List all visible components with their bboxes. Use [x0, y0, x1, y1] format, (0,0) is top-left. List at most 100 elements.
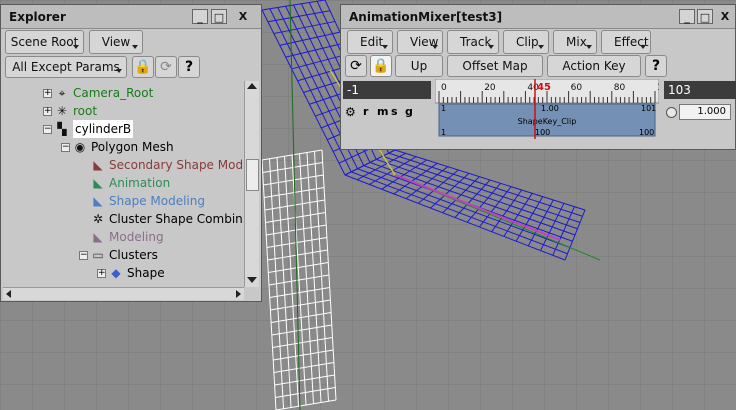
- folder-icon: ▭: [92, 248, 104, 262]
- tree-item[interactable]: ◣ Animation: [3, 174, 244, 192]
- animation-icon: ◣: [93, 176, 103, 190]
- tree-item-label: cylinderB: [73, 120, 134, 138]
- track-r-button[interactable]: r: [363, 105, 368, 118]
- tree-item-label: Animation: [109, 176, 171, 190]
- close-button[interactable]: X: [235, 9, 251, 24]
- menu-effect[interactable]: Effect: [601, 30, 651, 54]
- up-button[interactable]: Up: [395, 55, 443, 77]
- clip-in-start: 1: [441, 128, 446, 137]
- end-frame-field[interactable]: 103: [664, 81, 736, 99]
- explorer-tree: + ⌖ Camera_Root + ✳ root − ▚ cylinderB − ◉ Polygon …: [3, 81, 244, 287]
- lock-icon[interactable]: 🔒: [370, 55, 392, 77]
- scene-root-label: Scene Root: [10, 35, 79, 49]
- close-button[interactable]: X: [717, 9, 733, 24]
- tree-item-label: Shape: [127, 266, 165, 280]
- vertical-scrollbar[interactable]: [244, 81, 259, 287]
- tree-item[interactable]: ✲ Cluster Shape Combin: [3, 210, 244, 228]
- clip-end: 101: [641, 104, 656, 113]
- track-controls: ⚙ rmsg: [345, 105, 431, 121]
- tree-item-label: Polygon Mesh: [91, 140, 174, 154]
- scroll-thumb[interactable]: [246, 159, 259, 191]
- tree-item[interactable]: ◣ Secondary Shape Mod: [3, 156, 244, 174]
- explorer-window: Explorer _ □ X Scene Root View All Excep…: [0, 4, 262, 302]
- animation-mixer-window: AnimationMixer[test3] _ □ X Edit View Trac…: [340, 4, 736, 150]
- scroll-down-arrow[interactable]: [247, 277, 257, 283]
- minimize-button[interactable]: _: [679, 9, 695, 24]
- clip-in-end: 100: [639, 128, 654, 137]
- timeline-ruler[interactable]: 020406080100 ShapeKey_Clip 1 101 1.00 1 …: [435, 79, 659, 139]
- refresh-icon[interactable]: ⟳: [155, 56, 177, 78]
- menu-track[interactable]: Track: [447, 30, 499, 54]
- restore-button[interactable]: □: [211, 9, 227, 24]
- tree-item[interactable]: − ▚ cylinderB: [3, 120, 244, 138]
- ruler-tick-label: 100: [657, 83, 659, 93]
- tree-expander[interactable]: +: [43, 107, 52, 116]
- tree-item-label: root: [73, 104, 98, 118]
- help-button[interactable]: ?: [645, 55, 667, 77]
- weight-toggle[interactable]: [666, 107, 677, 118]
- tree-expander[interactable]: +: [43, 89, 52, 98]
- tree-item[interactable]: + ◆ Shape: [3, 264, 244, 282]
- tree-item[interactable]: − ◉ Polygon Mesh: [3, 138, 244, 156]
- tree-item[interactable]: − ▭ Clusters: [3, 246, 244, 264]
- menu-edit[interactable]: Edit: [347, 30, 393, 54]
- tree-item-label: Modeling: [109, 230, 164, 244]
- action-key-label: Action Key: [562, 59, 626, 73]
- menu-mix[interactable]: Mix: [553, 30, 597, 54]
- tree-expander[interactable]: +: [97, 269, 106, 278]
- tree-item[interactable]: + ✳ root: [3, 102, 244, 120]
- tree-expander[interactable]: −: [43, 125, 52, 134]
- null-icon: ✳: [56, 104, 68, 118]
- secondary-shape-icon: ◣: [93, 158, 103, 172]
- camera-root-icon: ⌖: [58, 86, 66, 100]
- filter-dropdown[interactable]: All Except Params: [5, 56, 127, 78]
- weight-field[interactable]: 1.000: [679, 104, 731, 120]
- start-frame-field[interactable]: -1: [343, 81, 431, 99]
- help-label: ?: [651, 58, 661, 74]
- lock-icon[interactable]: 🔒: [132, 56, 154, 78]
- minimize-button[interactable]: _: [192, 9, 208, 24]
- track-icon: ⚙: [345, 105, 356, 119]
- ruler-tick-label: 60: [571, 83, 583, 93]
- tree-item[interactable]: ◣ Modeling: [3, 228, 244, 246]
- menu-view[interactable]: View: [397, 30, 443, 54]
- tree-item-label: Clusters: [109, 248, 158, 262]
- current-frame: 45: [537, 82, 551, 93]
- offset-map-button[interactable]: Offset Map: [447, 55, 543, 77]
- gear-icon: ✲: [92, 212, 104, 226]
- tree-expander[interactable]: −: [61, 143, 70, 152]
- help-button[interactable]: ?: [178, 56, 200, 78]
- tree-expander[interactable]: −: [79, 251, 88, 260]
- horizontal-scrollbar[interactable]: [3, 287, 244, 300]
- scroll-up-arrow[interactable]: [247, 83, 257, 89]
- scene-root-dropdown[interactable]: Scene Root: [5, 30, 84, 54]
- explorer-title: Explorer: [9, 10, 66, 24]
- view-dropdown[interactable]: View: [89, 30, 143, 54]
- cube-icon: ◆: [111, 266, 121, 280]
- up-label: Up: [410, 59, 428, 73]
- track-s-button[interactable]: s: [391, 105, 398, 118]
- filter-label: All Except Params: [12, 60, 120, 74]
- refresh-icon[interactable]: ⟳: [345, 55, 367, 77]
- restore-button[interactable]: □: [697, 9, 713, 24]
- clip-name: ShapeKey_Clip: [518, 117, 577, 126]
- mixer-titlebar[interactable]: AnimationMixer[test3] _ □ X: [341, 5, 735, 29]
- tree-item-label: Camera_Root: [73, 86, 154, 100]
- scroll-left-arrow[interactable]: [6, 290, 11, 298]
- explorer-titlebar[interactable]: Explorer _ □ X: [1, 5, 261, 29]
- action-key-button[interactable]: Action Key: [547, 55, 641, 77]
- track-g-button[interactable]: g: [405, 105, 413, 118]
- track-m-button[interactable]: m: [377, 105, 388, 118]
- view-label: View: [101, 35, 131, 49]
- offset-map-label: Offset Map: [462, 59, 528, 73]
- clip-start: 1: [441, 104, 446, 113]
- tree-item-label: Cluster Shape Combin: [109, 212, 243, 226]
- clip-weight: 1.00: [541, 104, 559, 113]
- polymesh-object-icon: ▚: [57, 122, 67, 136]
- tree-item[interactable]: ◣ Shape Modeling: [3, 192, 244, 210]
- scroll-right-arrow[interactable]: [236, 290, 241, 298]
- ruler-tick-label: 80: [614, 83, 626, 93]
- menu-clip[interactable]: Clip: [503, 30, 549, 54]
- tree-item[interactable]: + ⌖ Camera_Root: [3, 84, 244, 102]
- ruler-tick-label: 20: [484, 83, 496, 93]
